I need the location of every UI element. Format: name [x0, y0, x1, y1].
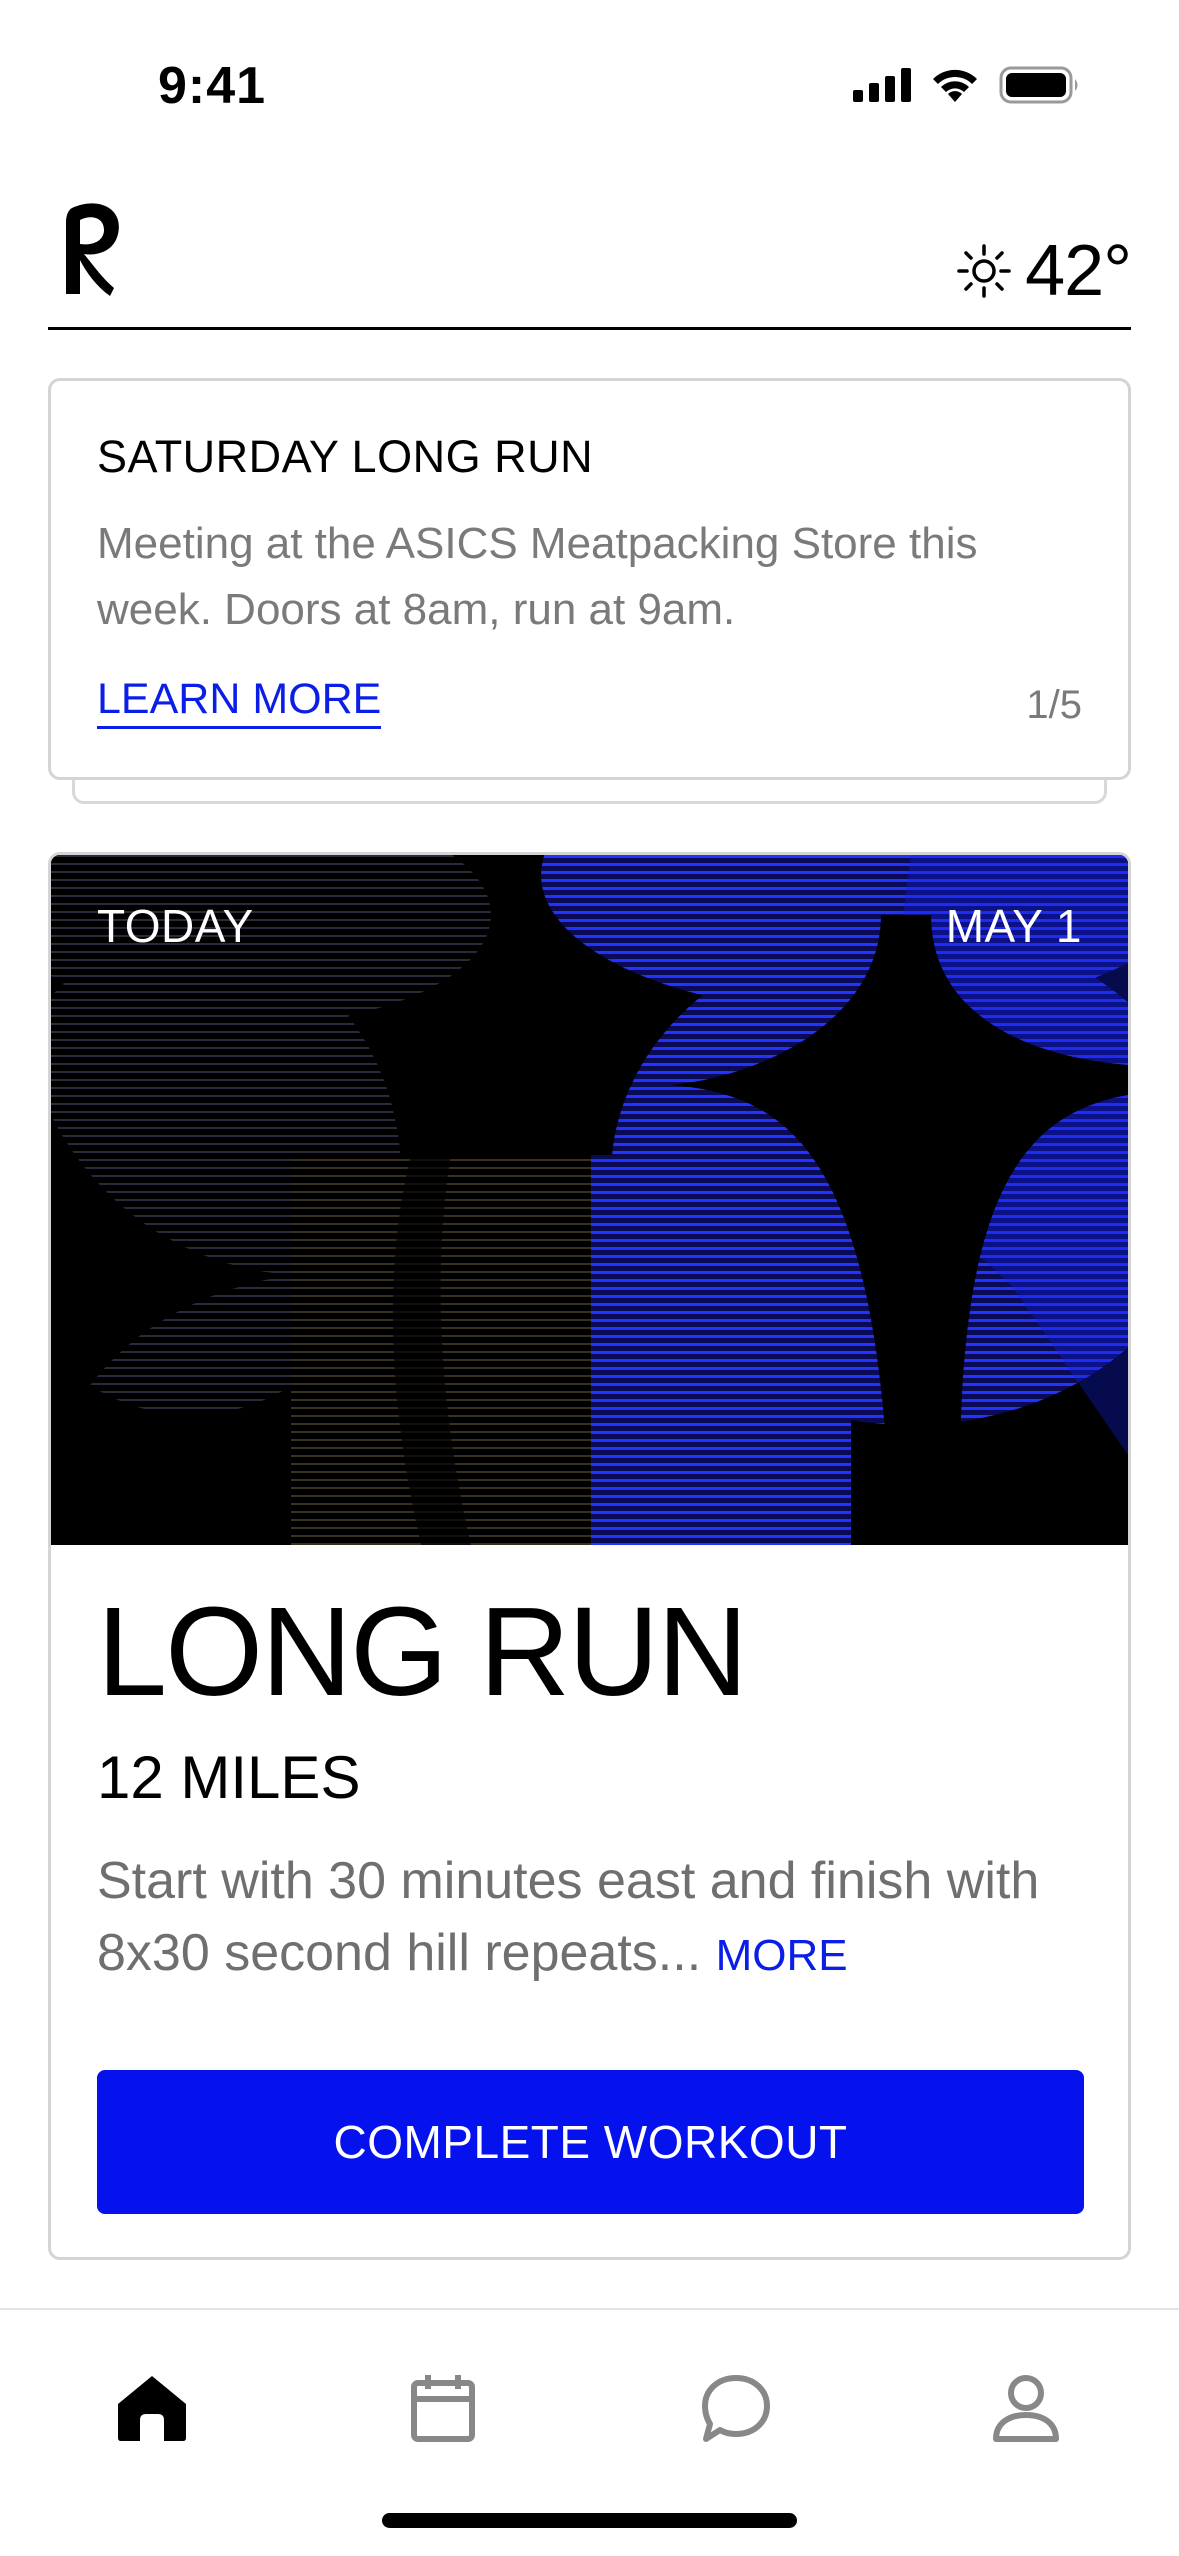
announcement-title: SATURDAY LONG RUN	[97, 431, 594, 482]
home-indicator[interactable]	[382, 2513, 797, 2528]
workout-title: LONG RUN	[97, 1581, 748, 1722]
status-icons	[853, 66, 1081, 104]
sun-icon	[957, 244, 1011, 298]
wifi-icon	[933, 69, 977, 102]
learn-more-link[interactable]: LEARN MORE	[97, 675, 382, 729]
cellular-signal-icon	[853, 68, 911, 102]
hero-pattern	[51, 855, 1128, 1545]
complete-workout-button[interactable]: COMPLETE WORKOUT	[97, 2070, 1084, 2214]
tab-chat[interactable]	[676, 2348, 796, 2468]
weather-widget[interactable]: 42°	[955, 230, 1132, 312]
battery-icon	[999, 66, 1078, 104]
workout-date-label: MAY 1	[945, 900, 1082, 952]
status-time: 9:41	[158, 57, 267, 115]
profile-icon	[993, 2375, 1059, 2442]
tab-calendar[interactable]	[383, 2348, 503, 2468]
announcement-pager: 1/5	[1026, 683, 1082, 727]
workout-description-text: Start with 30 minutes east and finish wi…	[97, 1852, 1040, 1982]
status-bar: 9:41	[0, 0, 1179, 170]
workout-hero-image: TODAY MAY 1	[51, 855, 1128, 1545]
tab-home[interactable]	[92, 2348, 212, 2468]
app-header: 42°	[48, 190, 1132, 330]
workout-description: Start with 30 minutes east and finish wi…	[97, 1845, 1097, 1992]
home-icon	[118, 2376, 186, 2441]
workout-card[interactable]: TODAY MAY 1 LONG RUN 12 MILES Start with…	[48, 852, 1131, 2260]
announcement-body: Meeting at the ASICS Meatpacking Store t…	[97, 519, 978, 634]
more-link[interactable]: MORE	[716, 1931, 848, 1980]
temperature: 42°	[1025, 231, 1132, 311]
tab-profile[interactable]	[966, 2348, 1086, 2468]
workout-distance: 12 MILES	[97, 1744, 361, 1811]
announcement-card[interactable]: SATURDAY LONG RUN Meeting at the ASICS M…	[48, 378, 1131, 780]
calendar-icon	[411, 2375, 475, 2442]
chat-icon	[702, 2375, 770, 2442]
workout-day-label: TODAY	[97, 900, 254, 952]
brand-r-logo[interactable]	[58, 200, 128, 300]
